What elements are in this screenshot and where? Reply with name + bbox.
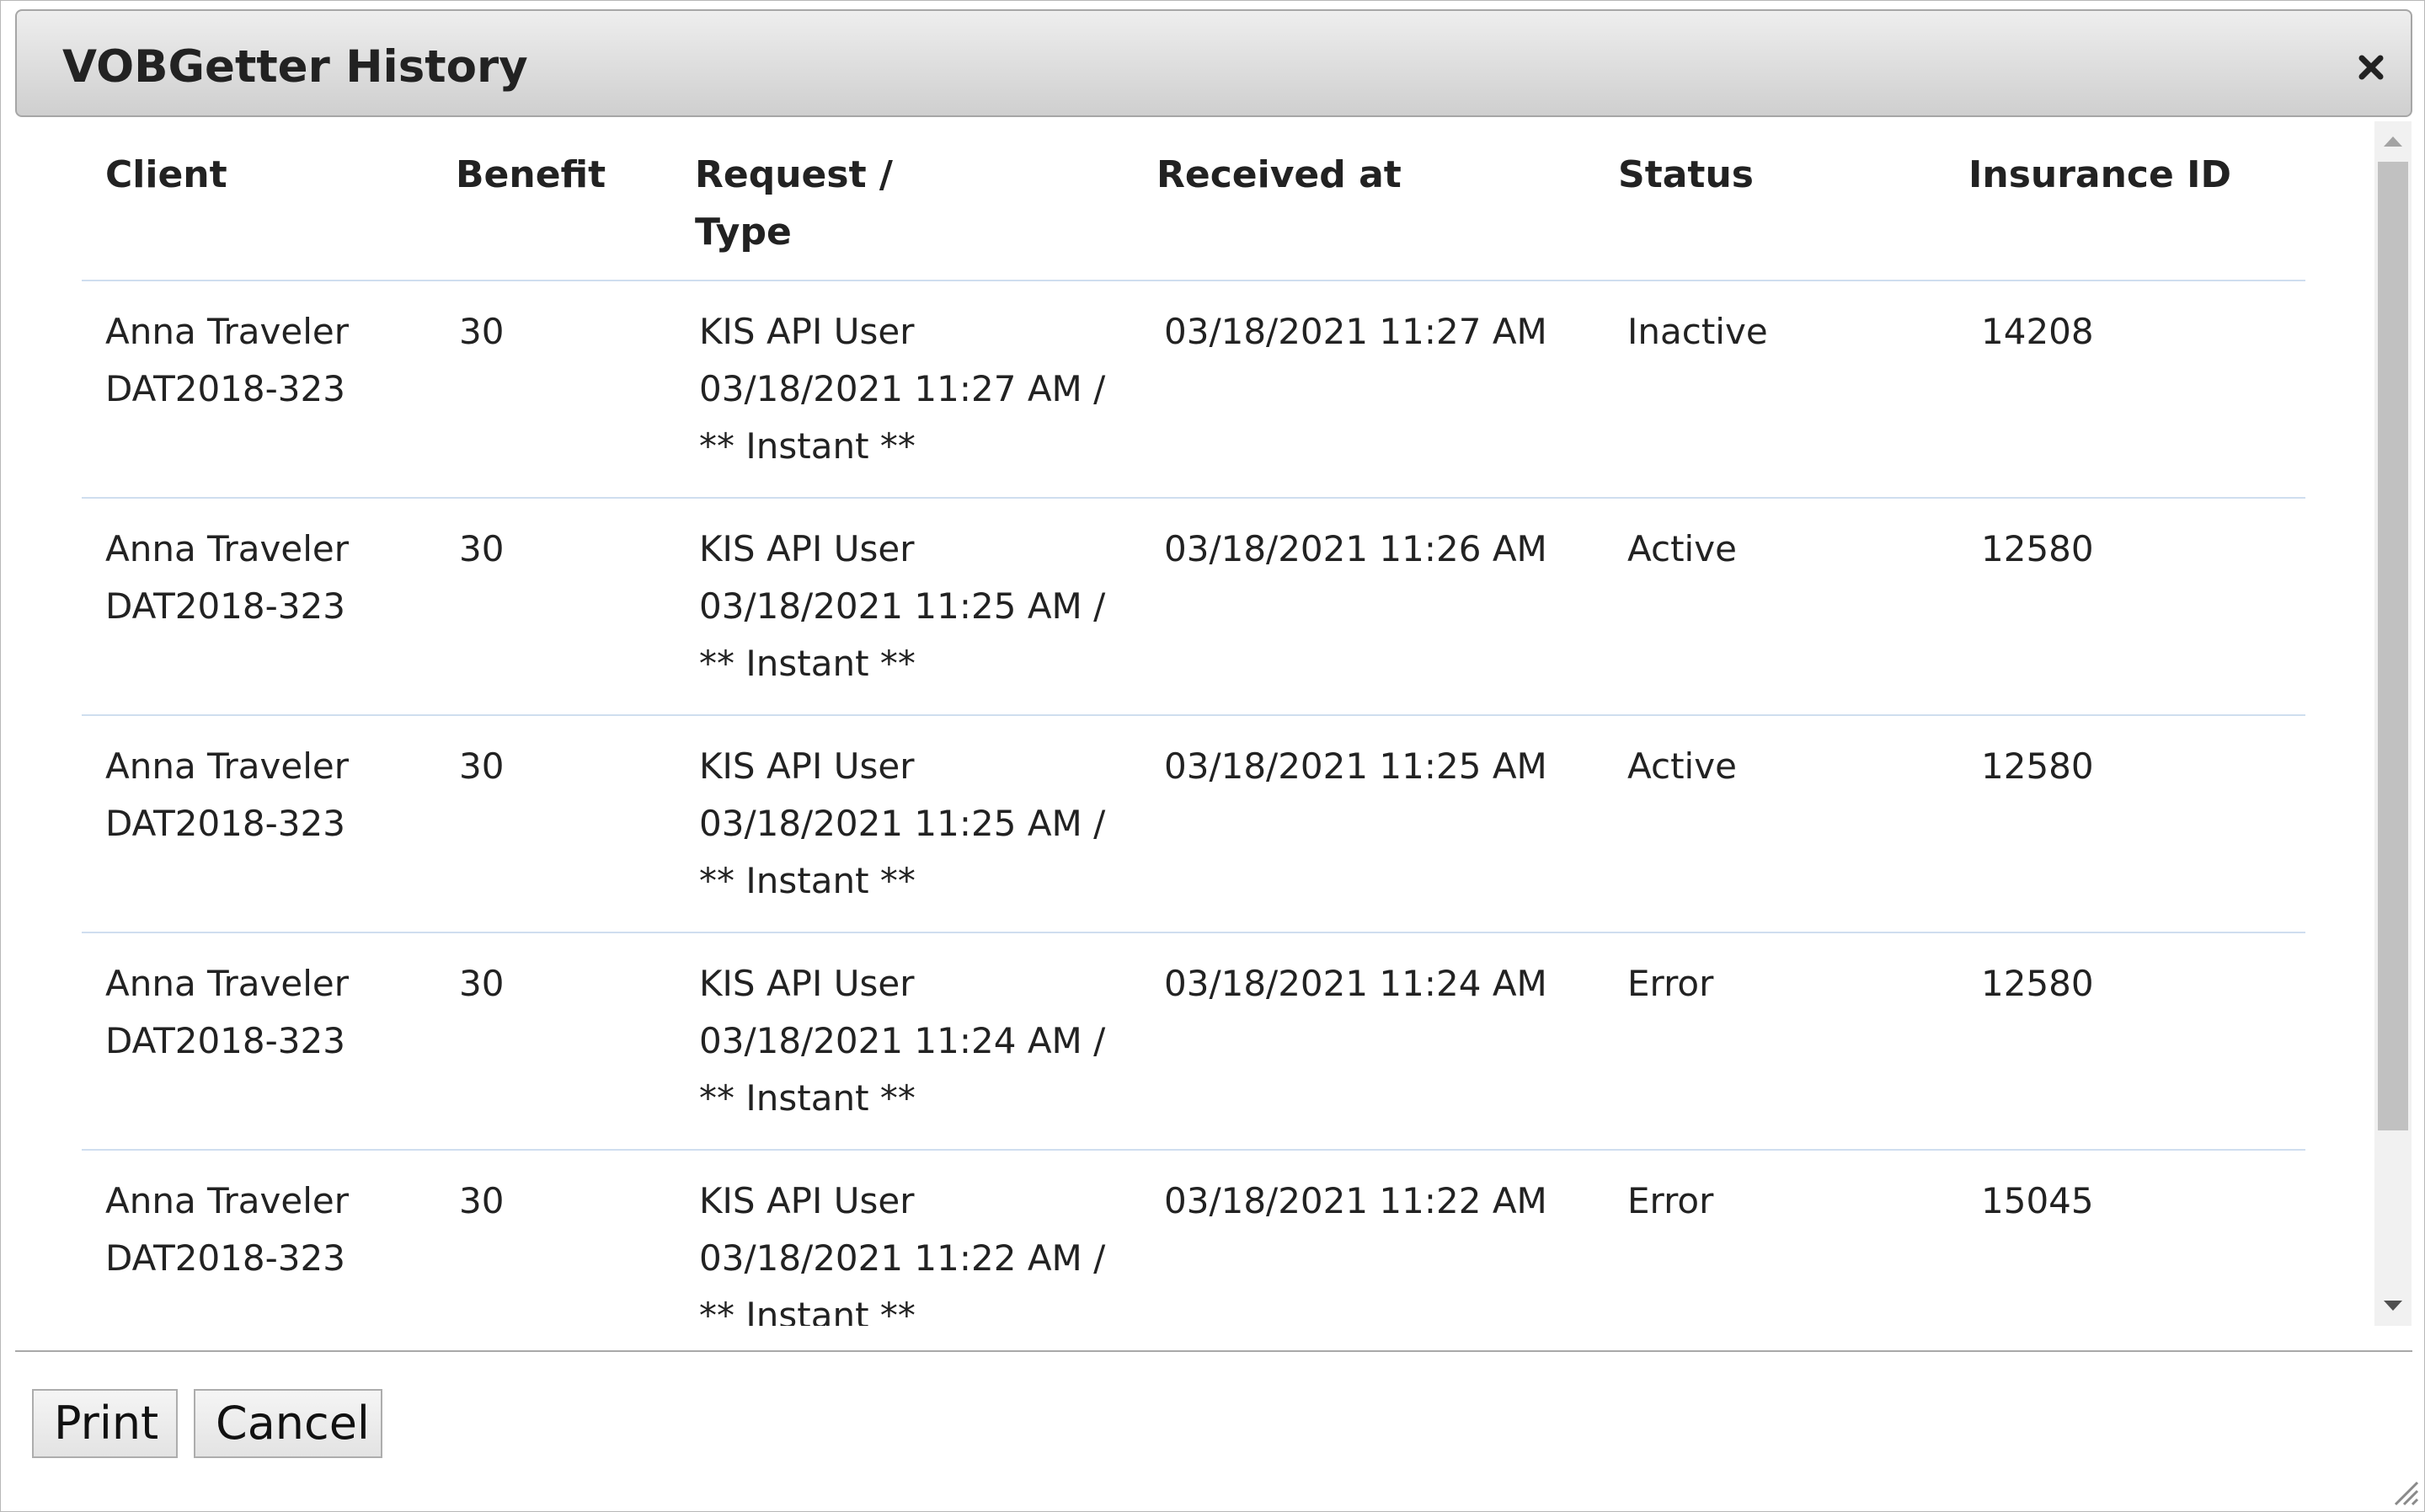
request-user: KIS API User (699, 528, 915, 569)
client-name: Anna Traveler (105, 311, 350, 352)
request-user: KIS API User (699, 1180, 915, 1221)
request-time: 03/18/2021 11:24 AM / (699, 1020, 1106, 1061)
column-header-status[interactable]: Status (1594, 121, 1945, 281)
received-cell: 03/18/2021 11:27 AM (1133, 280, 1594, 499)
status-cell: Error (1594, 932, 1945, 1151)
benefit-cell: 30 (432, 715, 671, 933)
received-cell: 03/18/2021 11:25 AM (1133, 715, 1594, 933)
request-type: ** Instant ** (699, 860, 916, 901)
footer-divider (15, 1350, 2412, 1352)
request-cell: KIS API User 03/18/2021 11:27 AM / ** In… (671, 280, 1133, 499)
request-time: 03/18/2021 11:22 AM / (699, 1237, 1106, 1279)
close-icon[interactable] (2357, 53, 2385, 82)
status-cell: Error (1594, 1150, 1945, 1326)
insurance-id-cell: 12580 (1945, 715, 2305, 933)
client-cell: Anna Traveler DAT2018-323 (82, 932, 432, 1151)
print-button[interactable]: Print (32, 1389, 178, 1458)
benefit-cell: 30 (432, 932, 671, 1151)
column-header-request-line1: Request / (695, 153, 893, 196)
request-type: ** Instant ** (699, 643, 916, 684)
client-id: DAT2018-323 (105, 803, 345, 844)
request-type: ** Instant ** (699, 1295, 916, 1326)
client-cell: Anna Traveler DAT2018-323 (82, 715, 432, 933)
client-cell: Anna Traveler DAT2018-323 (82, 498, 432, 716)
column-header-received[interactable]: Received at (1133, 121, 1594, 281)
request-time: 03/18/2021 11:25 AM / (699, 803, 1106, 844)
column-header-request-line2: Type (695, 211, 792, 254)
chevron-up-icon[interactable] (2374, 121, 2412, 162)
client-id: DAT2018-323 (105, 1237, 345, 1279)
insurance-id-cell: 14208 (1945, 280, 2305, 499)
received-cell: 03/18/2021 11:24 AM (1133, 932, 1594, 1151)
table-row[interactable]: Anna Traveler DAT2018-323 30 KIS API Use… (82, 1150, 2305, 1326)
client-name: Anna Traveler (105, 745, 350, 787)
request-user: KIS API User (699, 311, 915, 352)
request-type: ** Instant ** (699, 425, 916, 467)
client-id: DAT2018-323 (105, 1020, 345, 1061)
benefit-cell: 30 (432, 280, 671, 499)
history-table-container[interactable]: Client Benefit Request / Type Received a… (11, 121, 2374, 1326)
table-row[interactable]: Anna Traveler DAT2018-323 30 KIS API Use… (82, 715, 2305, 933)
column-header-benefit[interactable]: Benefit (432, 121, 671, 281)
received-cell: 03/18/2021 11:22 AM (1133, 1150, 1594, 1326)
vobgetter-history-dialog: VOBGetter History Client Benefit Request… (0, 0, 2425, 1512)
client-id: DAT2018-323 (105, 585, 345, 627)
table-row[interactable]: Anna Traveler DAT2018-323 30 KIS API Use… (82, 280, 2305, 499)
request-cell: KIS API User 03/18/2021 11:24 AM / ** In… (671, 932, 1133, 1151)
client-name: Anna Traveler (105, 1180, 350, 1221)
table-row[interactable]: Anna Traveler DAT2018-323 30 KIS API Use… (82, 932, 2305, 1151)
client-name: Anna Traveler (105, 963, 350, 1004)
benefit-cell: 30 (432, 1150, 671, 1326)
request-cell: KIS API User 03/18/2021 11:22 AM / ** In… (671, 1150, 1133, 1326)
scrollbar-thumb[interactable] (2378, 162, 2408, 1130)
benefit-cell: 30 (432, 498, 671, 716)
column-header-client[interactable]: Client (82, 121, 432, 281)
dialog-titlebar[interactable]: VOBGetter History (15, 9, 2412, 117)
resize-grip-icon[interactable] (2390, 1477, 2419, 1506)
insurance-id-cell: 12580 (1945, 932, 2305, 1151)
request-time: 03/18/2021 11:25 AM / (699, 585, 1106, 627)
received-cell: 03/18/2021 11:26 AM (1133, 498, 1594, 716)
column-header-request[interactable]: Request / Type (671, 121, 1133, 281)
dialog-title: VOBGetter History (62, 41, 528, 93)
status-cell: Active (1594, 498, 1945, 716)
status-cell: Inactive (1594, 280, 1945, 499)
request-type: ** Instant ** (699, 1077, 916, 1119)
insurance-id-cell: 15045 (1945, 1150, 2305, 1326)
status-cell: Active (1594, 715, 1945, 933)
table-row[interactable]: Anna Traveler DAT2018-323 30 KIS API Use… (82, 498, 2305, 716)
client-cell: Anna Traveler DAT2018-323 (82, 1150, 432, 1326)
request-time: 03/18/2021 11:27 AM / (699, 368, 1106, 409)
request-cell: KIS API User 03/18/2021 11:25 AM / ** In… (671, 715, 1133, 933)
client-name: Anna Traveler (105, 528, 350, 569)
request-user: KIS API User (699, 963, 915, 1004)
chevron-down-icon[interactable] (2374, 1285, 2412, 1326)
table-header-row: Client Benefit Request / Type Received a… (82, 121, 2305, 281)
vertical-scrollbar[interactable] (2374, 121, 2412, 1326)
client-cell: Anna Traveler DAT2018-323 (82, 280, 432, 499)
request-user: KIS API User (699, 745, 915, 787)
request-cell: KIS API User 03/18/2021 11:25 AM / ** In… (671, 498, 1133, 716)
history-table: Client Benefit Request / Type Received a… (82, 121, 2305, 1326)
client-id: DAT2018-323 (105, 368, 345, 409)
column-header-insurance-id[interactable]: Insurance ID (1945, 121, 2305, 281)
cancel-button[interactable]: Cancel (194, 1389, 382, 1458)
insurance-id-cell: 12580 (1945, 498, 2305, 716)
